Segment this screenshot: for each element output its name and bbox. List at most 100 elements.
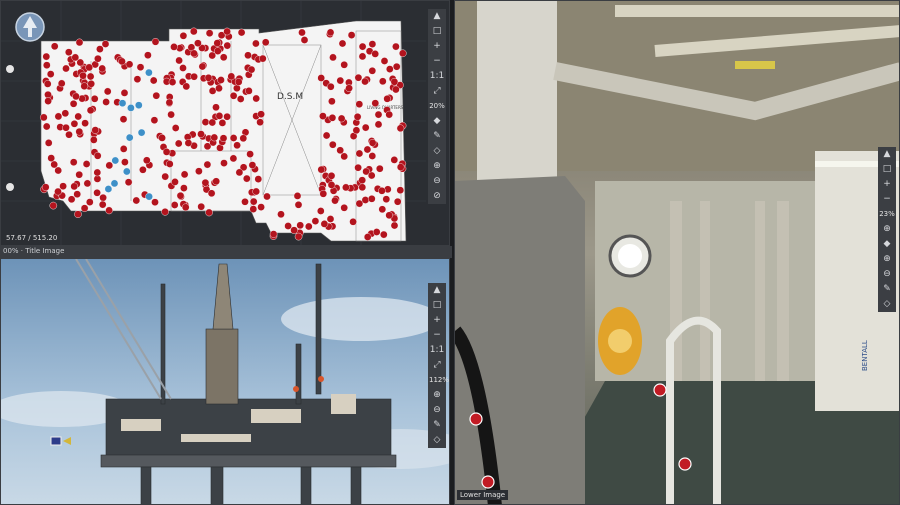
- red-location-marker[interactable]: [322, 131, 331, 140]
- red-location-marker[interactable]: [215, 84, 223, 93]
- red-location-marker[interactable]: [257, 110, 265, 118]
- red-location-marker[interactable]: [136, 63, 145, 71]
- red-location-marker[interactable]: [392, 62, 401, 71]
- red-location-marker[interactable]: [67, 195, 76, 204]
- red-location-marker[interactable]: [105, 206, 113, 215]
- photo-panel[interactable]: ▲ □ + −1:1 ⤢ 112% ⊕ ⊖ ✎ ◇: [0, 258, 450, 505]
- red-location-marker[interactable]: [161, 172, 169, 181]
- red-location-marker[interactable]: [380, 57, 389, 65]
- red-location-marker[interactable]: [139, 165, 147, 174]
- red-location-marker[interactable]: [94, 54, 102, 63]
- red-location-marker[interactable]: [180, 184, 188, 192]
- red-location-marker[interactable]: [371, 50, 380, 58]
- red-location-marker[interactable]: [354, 73, 363, 82]
- red-location-marker[interactable]: [248, 161, 257, 169]
- toolbar-button-icon[interactable]: −: [879, 192, 895, 207]
- toolbar-button-icon[interactable]: ◇: [429, 144, 445, 159]
- red-location-marker[interactable]: [124, 178, 133, 186]
- red-location-marker[interactable]: [151, 38, 160, 46]
- toolbar-button-icon[interactable]: ⊕: [429, 388, 445, 403]
- red-location-marker[interactable]: [87, 80, 95, 88]
- red-location-marker[interactable]: [304, 222, 313, 231]
- red-location-marker[interactable]: [62, 64, 70, 73]
- red-location-marker[interactable]: [210, 133, 219, 142]
- red-location-marker[interactable]: [256, 118, 264, 126]
- red-location-marker[interactable]: [119, 115, 128, 123]
- red-location-marker[interactable]: [229, 154, 238, 163]
- toolbar-button-icon[interactable]: ▲: [879, 147, 895, 162]
- red-location-marker[interactable]: [331, 196, 339, 205]
- red-location-marker[interactable]: [151, 198, 159, 206]
- red-location-marker[interactable]: [103, 87, 112, 96]
- red-location-marker[interactable]: [374, 120, 383, 129]
- panel-divider[interactable]: 00% · Title Image: [0, 246, 452, 258]
- toolbar-button-icon[interactable]: +: [879, 177, 895, 192]
- red-location-marker[interactable]: [385, 65, 394, 73]
- red-location-marker[interactable]: [79, 71, 87, 80]
- red-location-marker[interactable]: [382, 195, 391, 203]
- red-location-marker[interactable]: [102, 98, 110, 106]
- red-location-marker[interactable]: [162, 148, 171, 156]
- toolbar-button-icon[interactable]: ◇: [879, 297, 895, 312]
- red-location-marker[interactable]: [46, 70, 55, 78]
- red-location-marker[interactable]: [54, 187, 62, 196]
- red-location-marker[interactable]: [203, 160, 212, 169]
- red-location-marker[interactable]: [368, 40, 377, 48]
- red-location-marker[interactable]: [184, 139, 193, 147]
- red-location-marker[interactable]: [190, 72, 198, 81]
- red-location-marker[interactable]: [355, 149, 364, 158]
- red-location-marker[interactable]: [197, 130, 205, 138]
- toolbar-button-icon[interactable]: ⊖: [429, 403, 445, 418]
- red-location-marker[interactable]: [375, 164, 384, 173]
- red-location-marker[interactable]: [320, 220, 329, 228]
- red-location-marker[interactable]: [336, 146, 345, 155]
- red-location-marker[interactable]: [75, 38, 84, 47]
- red-location-marker[interactable]: [358, 52, 367, 61]
- red-location-marker[interactable]: [182, 82, 191, 91]
- blue-location-marker[interactable]: [111, 156, 120, 165]
- red-location-marker[interactable]: [170, 43, 178, 51]
- red-location-marker[interactable]: [311, 217, 320, 225]
- red-location-marker[interactable]: [132, 196, 141, 205]
- toolbar-button-icon[interactable]: ⊕: [879, 252, 895, 267]
- red-location-marker[interactable]: [223, 41, 232, 50]
- red-location-marker[interactable]: [367, 194, 376, 203]
- blue-location-marker[interactable]: [127, 104, 135, 112]
- red-location-marker[interactable]: [70, 120, 79, 128]
- red-location-marker[interactable]: [374, 110, 383, 119]
- red-location-marker[interactable]: [390, 78, 399, 86]
- red-location-marker[interactable]: [204, 74, 213, 82]
- red-location-marker[interactable]: [120, 89, 129, 97]
- floorplan-canvas[interactable]: D.S.M LIVING QUARTERS: [1, 1, 450, 246]
- red-location-marker[interactable]: [329, 53, 337, 62]
- red-location-marker[interactable]: [319, 112, 327, 120]
- red-location-marker[interactable]: [165, 98, 174, 107]
- red-location-marker[interactable]: [43, 80, 52, 88]
- red-location-marker[interactable]: [91, 126, 100, 134]
- red-location-marker[interactable]: [293, 192, 302, 200]
- hotspot-marker[interactable]: [469, 412, 483, 426]
- toolbar-button-icon[interactable]: ⊕: [879, 222, 895, 237]
- red-location-marker[interactable]: [90, 95, 99, 103]
- red-location-marker[interactable]: [201, 178, 210, 187]
- toolbar-button-icon[interactable]: ▲: [429, 283, 445, 298]
- red-location-marker[interactable]: [326, 28, 335, 37]
- red-location-marker[interactable]: [355, 100, 364, 108]
- red-location-marker[interactable]: [316, 207, 325, 215]
- red-location-marker[interactable]: [277, 210, 285, 219]
- red-location-marker[interactable]: [142, 156, 151, 165]
- red-location-marker[interactable]: [263, 192, 271, 201]
- red-location-marker[interactable]: [44, 90, 52, 99]
- red-location-marker[interactable]: [378, 186, 386, 195]
- red-location-marker[interactable]: [75, 170, 83, 179]
- red-location-marker[interactable]: [245, 87, 253, 95]
- red-location-marker[interactable]: [349, 217, 357, 226]
- toolbar-button-icon[interactable]: +: [429, 313, 445, 328]
- red-location-marker[interactable]: [212, 177, 220, 186]
- red-location-marker[interactable]: [385, 211, 394, 220]
- blue-location-marker[interactable]: [125, 133, 134, 142]
- red-location-marker[interactable]: [85, 63, 93, 72]
- red-location-marker[interactable]: [42, 52, 51, 61]
- red-location-marker[interactable]: [93, 175, 102, 183]
- blue-location-marker[interactable]: [145, 192, 153, 201]
